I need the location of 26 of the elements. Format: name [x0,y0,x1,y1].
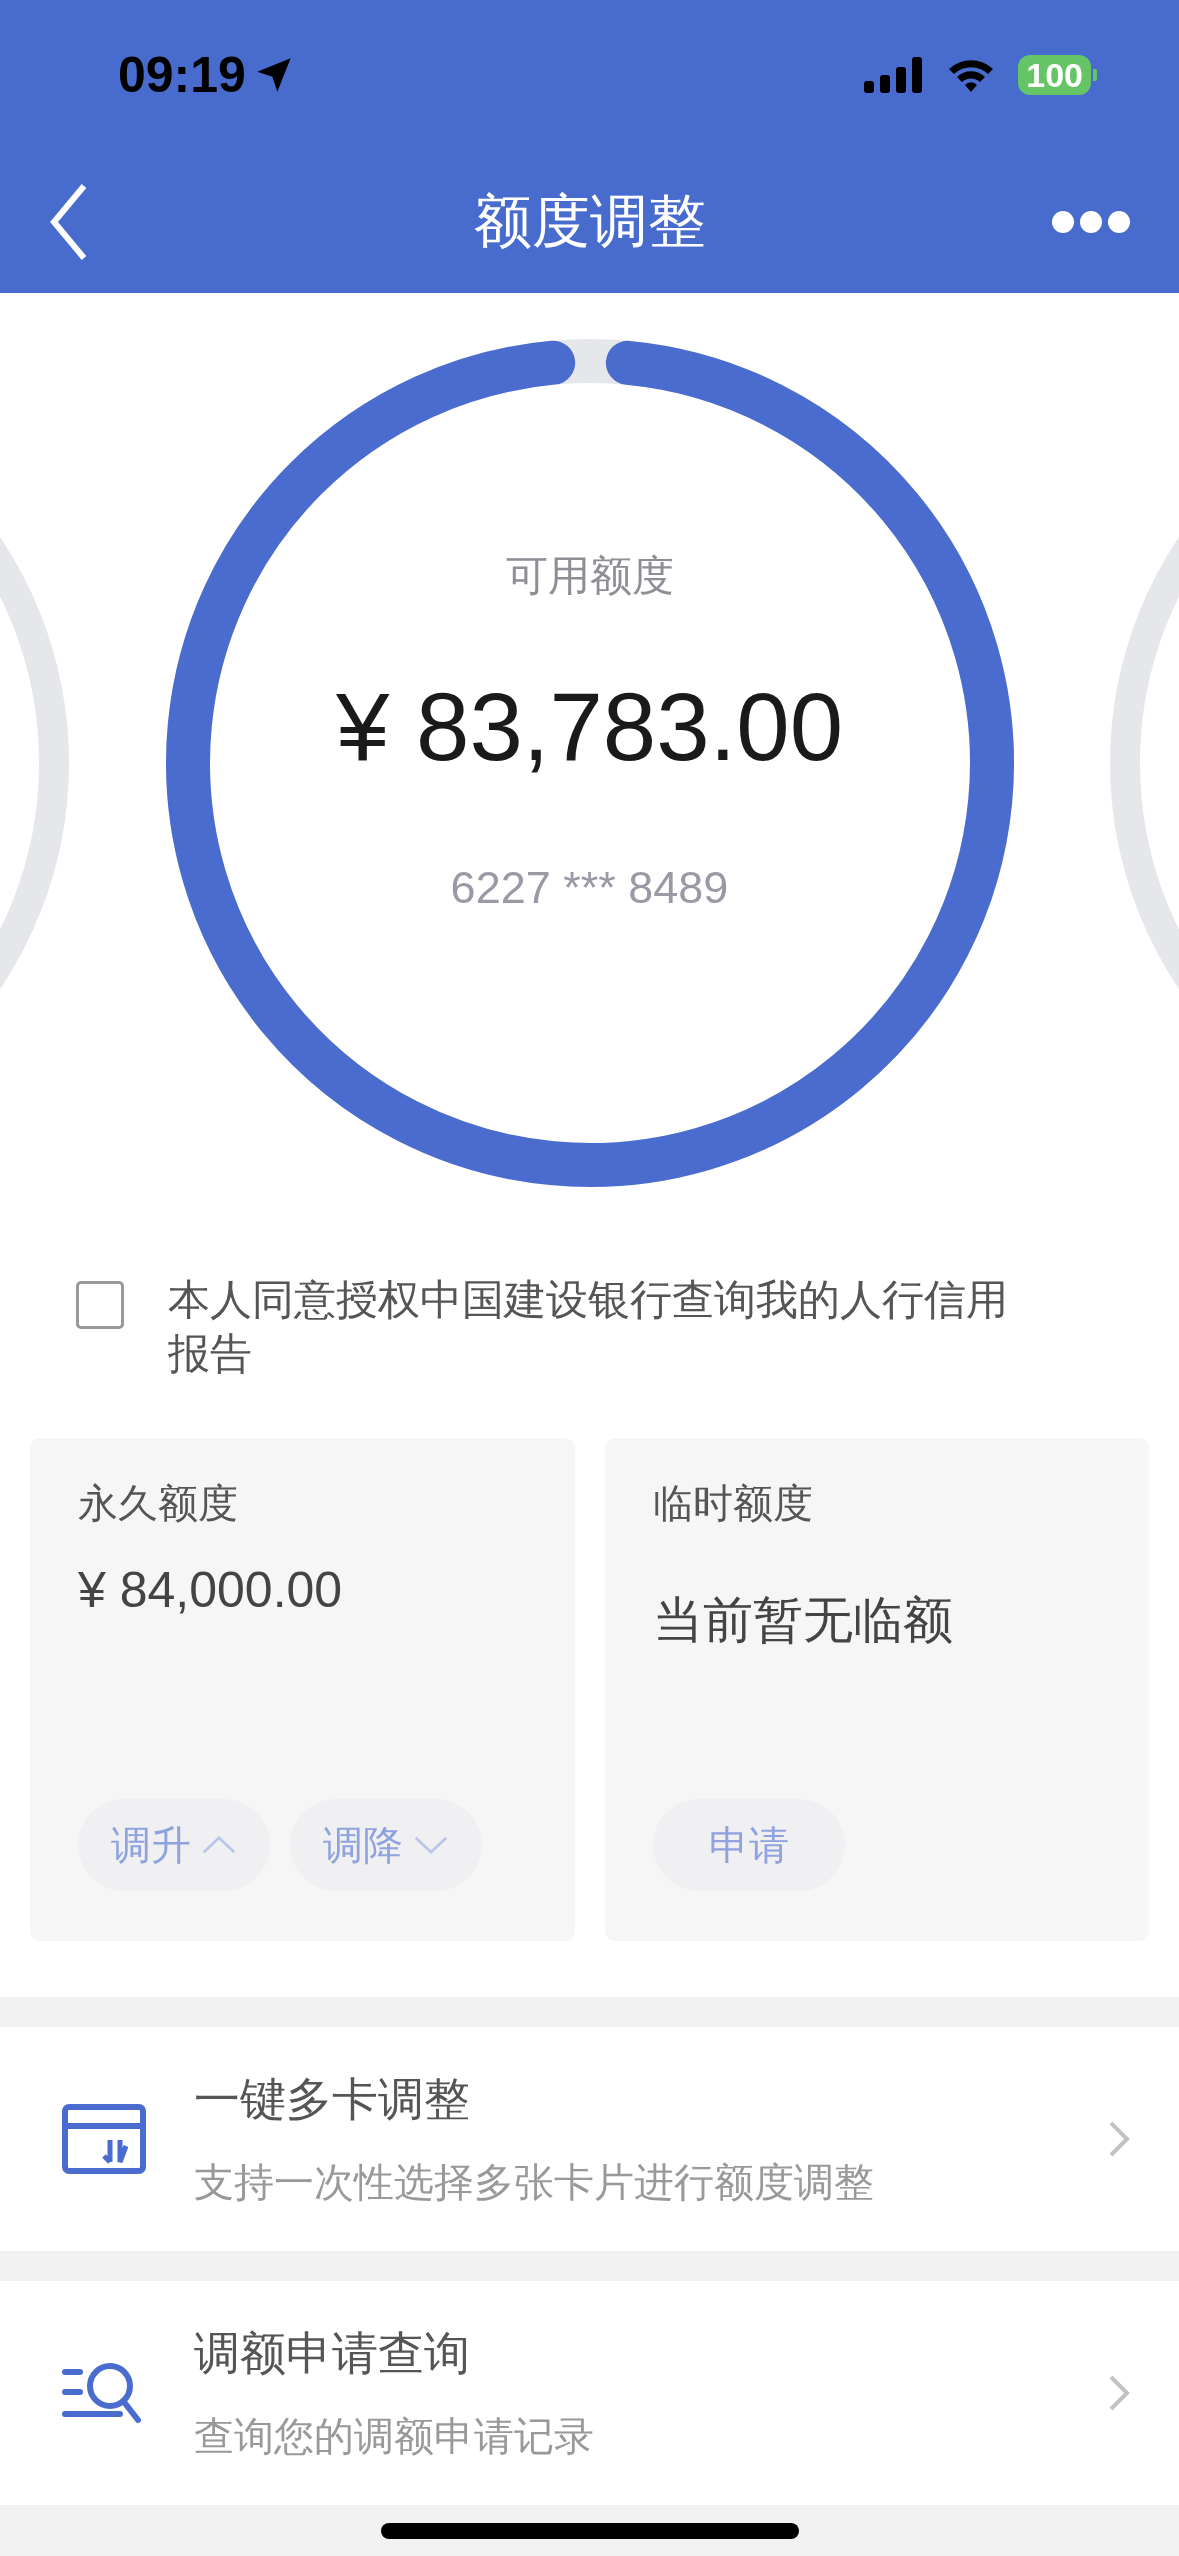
chevron-right-icon [1107,2373,1131,2413]
card-transfer-icon [62,2104,146,2174]
menu-item[interactable]: 调额申请查询 查询您的调额申请记录 [0,2281,1179,2505]
signal-icon [864,55,925,95]
balance-amount: ¥ 83,783.00 [335,672,844,782]
limit-title: 临时额度 [652,1479,814,1528]
balance-label: 可用额度 [505,550,674,602]
consent-checkbox[interactable] [76,1281,124,1329]
limit-note: 当前暂无临额 [652,1590,954,1651]
adjust-button[interactable]: 调降 [290,1799,482,1891]
chevron-right-icon [1107,2119,1131,2159]
page-title: 额度调整 [472,185,707,257]
card-number: 6227 *** 8489 [450,862,729,914]
status-time: 09:19 [118,46,246,104]
chevron-up-icon [201,1834,237,1856]
adjust-button[interactable]: 调升 [78,1799,270,1891]
menu-subtitle: 查询您的调额申请记录 [194,2411,595,2461]
limit-amount: ¥ 84,000.00 [78,1561,344,1619]
menu-item[interactable]: 一键多卡调整 支持一次性选择多张卡片进行额度调整 [0,2027,1179,2251]
adjust-button[interactable]: 申请 [652,1799,845,1891]
consent-text: 本人同意授权中国建设银行查询我的人行信用报告 [168,1274,1009,1380]
menu-title: 一键多卡调整 [194,2070,471,2128]
chevron-down-icon [413,1834,449,1856]
menu-subtitle: 支持一次性选择多张卡片进行额度调整 [194,2157,875,2207]
limit-title: 永久额度 [78,1479,239,1528]
menu-title: 调额申请查询 [194,2324,471,2382]
